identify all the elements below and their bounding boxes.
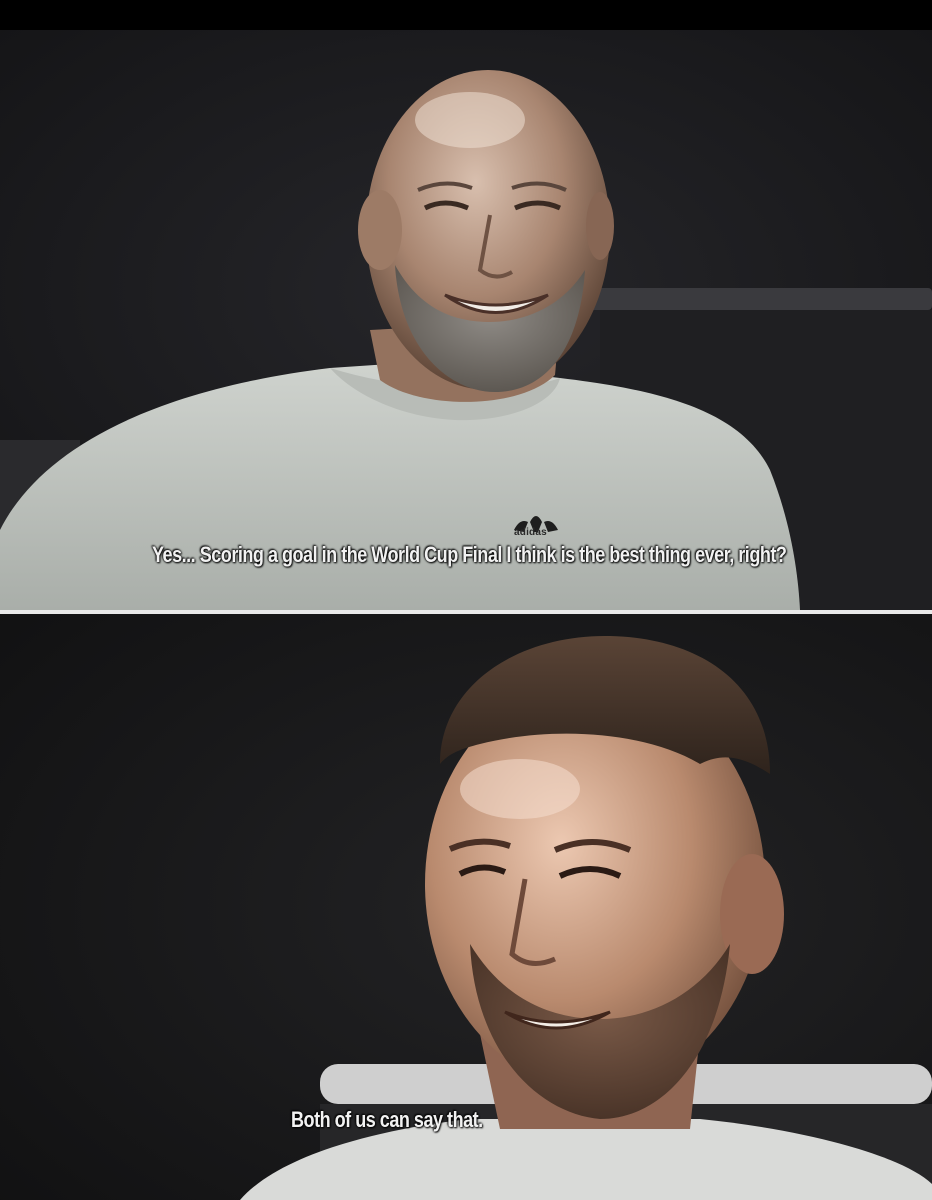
top-video-frame: adidas Yes... Scoring a goal in the Worl… <box>0 30 932 610</box>
top-frame-scene <box>0 30 932 610</box>
ear-right <box>586 192 614 260</box>
bottom-video-frame: Both of us can say that. <box>0 614 932 1200</box>
subtitle-caption-bottom: Both of us can say that. <box>291 1107 483 1132</box>
ear-left <box>358 190 402 270</box>
scalp-highlight <box>415 92 525 148</box>
sofa-rail <box>580 288 932 310</box>
subtitle-caption-top: Yes... Scoring a goal in the World Cup F… <box>152 542 787 567</box>
top-black-bar <box>0 0 932 30</box>
forehead-highlight <box>460 759 580 819</box>
ear <box>720 854 784 974</box>
shirt-logo-text: adidas <box>514 527 547 538</box>
